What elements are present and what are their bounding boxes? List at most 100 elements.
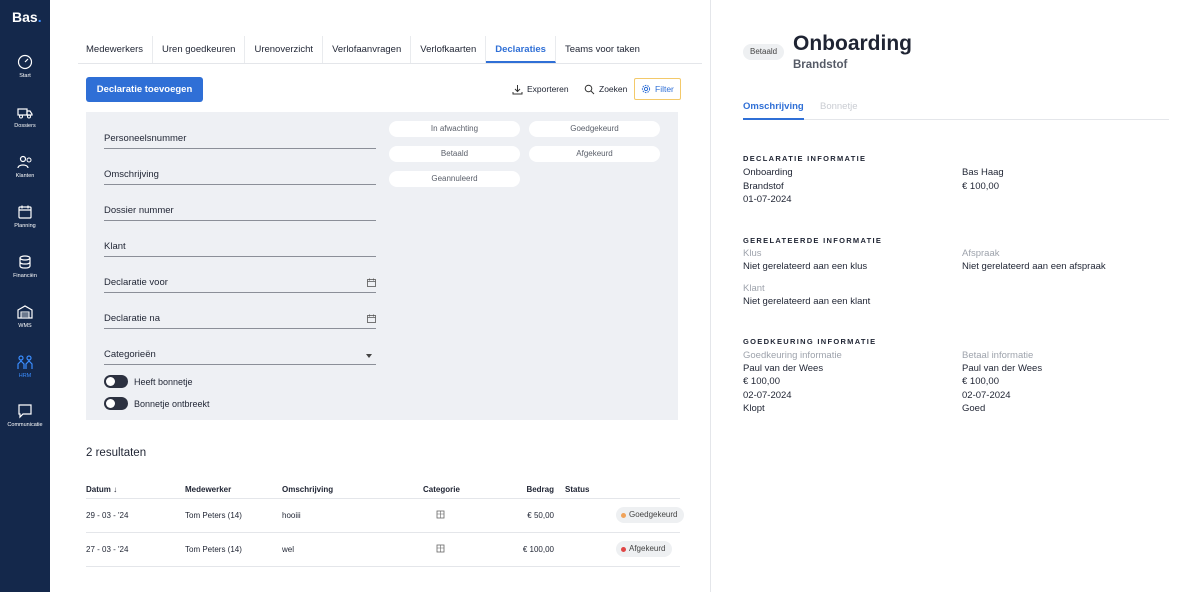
export-label: Exporteren — [527, 84, 569, 94]
declaration-amount: € 100,00 — [962, 181, 999, 192]
column-header-category[interactable]: Categorie — [423, 485, 460, 494]
column-header-status[interactable]: Status — [565, 485, 589, 494]
declaration-description: Onboarding — [743, 167, 793, 178]
receipt-icon — [436, 544, 445, 553]
field-label: Omschrijving — [104, 169, 159, 180]
detail-title: Onboarding — [793, 32, 912, 55]
klant-field[interactable]: Klant — [104, 237, 376, 257]
status-label: Goedgekeurd — [629, 510, 678, 519]
sort-arrow-icon: ↓ — [113, 485, 118, 494]
sidebar-item-klanten[interactable]: Klanten — [0, 154, 50, 179]
toggle-label: Bonnetje ontbreekt — [134, 398, 210, 409]
declaration-employee: Bas Haag — [962, 167, 1004, 178]
tab-teams-voor-taken[interactable]: Teams voor taken — [556, 36, 649, 63]
coins-icon — [19, 255, 31, 269]
heeft-bonnetje-toggle-row: Heeft bonnetje — [104, 375, 193, 388]
status-badge: Afgekeurd — [616, 541, 673, 557]
afspraak-value: Niet gerelateerd aan een afspraak — [962, 261, 1106, 272]
download-icon — [512, 84, 523, 94]
status-label: Afgekeurd — [629, 544, 666, 553]
sidebar-item-planning[interactable]: Planning — [0, 204, 50, 229]
tab-uren-goedkeuren[interactable]: Uren goedkeuren — [153, 36, 246, 63]
add-declaration-button[interactable]: Declaratie toevoegen — [86, 77, 203, 102]
bonnetje-ontbreekt-toggle[interactable] — [104, 397, 128, 410]
categorieen-select[interactable]: Categorieën — [104, 345, 376, 365]
cell-description: wel — [282, 545, 295, 554]
table-row[interactable]: 29 - 03 - '24 Tom Peters (14) hooiii € 5… — [86, 499, 685, 533]
field-label: Declaratie na — [104, 313, 160, 324]
dossier-nummer-field[interactable]: Dossier nummer — [104, 201, 376, 221]
status-dot — [621, 546, 626, 552]
approval-name: Paul van der Wees — [743, 363, 824, 374]
cell-amount: € 100,00 — [522, 545, 554, 554]
sidebar-item-start[interactable]: Start — [0, 54, 50, 79]
sidebar-item-financien[interactable]: Financiën — [0, 254, 50, 279]
warehouse-icon — [17, 305, 33, 319]
calendar-icon[interactable] — [367, 314, 376, 323]
tab-urenoverzicht[interactable]: Urenoverzicht — [245, 36, 324, 63]
status-chip-afgekeurd[interactable]: Afgekeurd — [529, 146, 660, 162]
filter-panel: Personeelsnummer Omschrijving Dossier nu… — [86, 112, 678, 420]
detail-panel: Betaald Onboarding Brandstof Omschrijvin… — [710, 0, 1200, 592]
tab-medewerkers[interactable]: Medewerkers — [78, 36, 154, 63]
sidebar-item-label: WMS — [18, 323, 32, 329]
calendar-icon — [18, 205, 32, 219]
search-icon — [584, 84, 595, 94]
tab-verlofkaarten[interactable]: Verlofkaarten — [411, 36, 487, 63]
declaratie-na-field[interactable]: Declaratie na — [104, 309, 376, 329]
personeelsnummer-field[interactable]: Personeelsnummer — [104, 129, 376, 149]
sidebar-item-communicatie[interactable]: Communicatie — [0, 403, 50, 428]
sidebar-item-hrm[interactable]: HRM — [0, 354, 50, 379]
cell-employee: Tom Peters (14) — [185, 545, 242, 554]
sidebar-item-label: Financiën — [13, 273, 37, 279]
status-dot — [621, 512, 626, 518]
omschrijving-field[interactable]: Omschrijving — [104, 165, 376, 185]
users-icon — [17, 155, 32, 169]
payment-note: Goed — [962, 403, 986, 414]
chevron-down-icon — [366, 354, 372, 358]
approval-note: Klopt — [743, 403, 765, 414]
main-content: Medewerkers Uren goedkeuren Urenoverzich… — [50, 0, 710, 592]
column-header-employee[interactable]: Medewerker — [185, 485, 231, 494]
cell-amount: € 50,00 — [527, 511, 554, 520]
payment-amount: € 100,00 — [962, 376, 999, 387]
table-header: Datum ↓ Medewerker Omschrijving Categori… — [86, 483, 680, 499]
sidebar-item-label: Klanten — [15, 173, 35, 179]
status-chip-betaald[interactable]: Betaald — [389, 146, 520, 162]
klus-label: Klus — [743, 248, 762, 259]
status-chip-geannuleerd[interactable]: Geannuleerd — [389, 171, 520, 187]
sidebar-item-dossiers[interactable]: Dossiers — [0, 104, 50, 129]
sidebar-item-label: Communicatie — [7, 422, 43, 428]
truck-icon — [17, 108, 33, 119]
approval-date: 02-07-2024 — [743, 390, 792, 401]
status-chip-goedgekeurd[interactable]: Goedgekeurd — [529, 121, 660, 137]
column-header-date[interactable]: Datum ↓ — [86, 485, 117, 494]
gauge-icon — [17, 54, 33, 70]
klant-value: Niet gerelateerd aan een klant — [743, 296, 871, 307]
status-badge: Betaald — [743, 44, 785, 60]
search-button[interactable]: Zoeken — [584, 78, 627, 100]
table-row[interactable]: 27 - 03 - '24 Tom Peters (14) wel € 100,… — [86, 533, 680, 567]
tab-verlofaanvragen[interactable]: Verlofaanvragen — [323, 36, 412, 63]
cell-category — [436, 510, 445, 521]
tab-omschrijving[interactable]: Omschrijving — [743, 101, 804, 120]
calendar-icon[interactable] — [367, 278, 376, 287]
people-icon — [17, 355, 33, 369]
column-header-description[interactable]: Omschrijving — [282, 485, 333, 494]
heeft-bonnetje-toggle[interactable] — [104, 375, 128, 388]
declaration-date: 01-07-2024 — [743, 194, 792, 205]
bonnetje-ontbreekt-toggle-row: Bonnetje ontbreekt — [104, 397, 210, 410]
export-button[interactable]: Exporteren — [512, 78, 569, 100]
section-heading: GERELATEERDE INFORMATIE — [743, 236, 883, 245]
column-header-amount[interactable]: Bedrag — [526, 485, 554, 494]
status-chip-in-afwachting[interactable]: In afwachting — [389, 121, 520, 137]
payment-date: 02-07-2024 — [962, 390, 1011, 401]
tab-bonnetje[interactable]: Bonnetje — [820, 101, 858, 112]
sidebar-item-wms[interactable]: WMS — [0, 304, 50, 329]
app-logo[interactable]: Bas. — [12, 9, 42, 25]
tab-declaraties[interactable]: Declaraties — [486, 36, 556, 63]
klus-value: Niet gerelateerd aan een klus — [743, 261, 868, 272]
detail-subtitle: Brandstof — [793, 59, 848, 71]
declaratie-voor-field[interactable]: Declaratie voor — [104, 273, 376, 293]
filter-button[interactable]: Filter — [634, 78, 681, 100]
